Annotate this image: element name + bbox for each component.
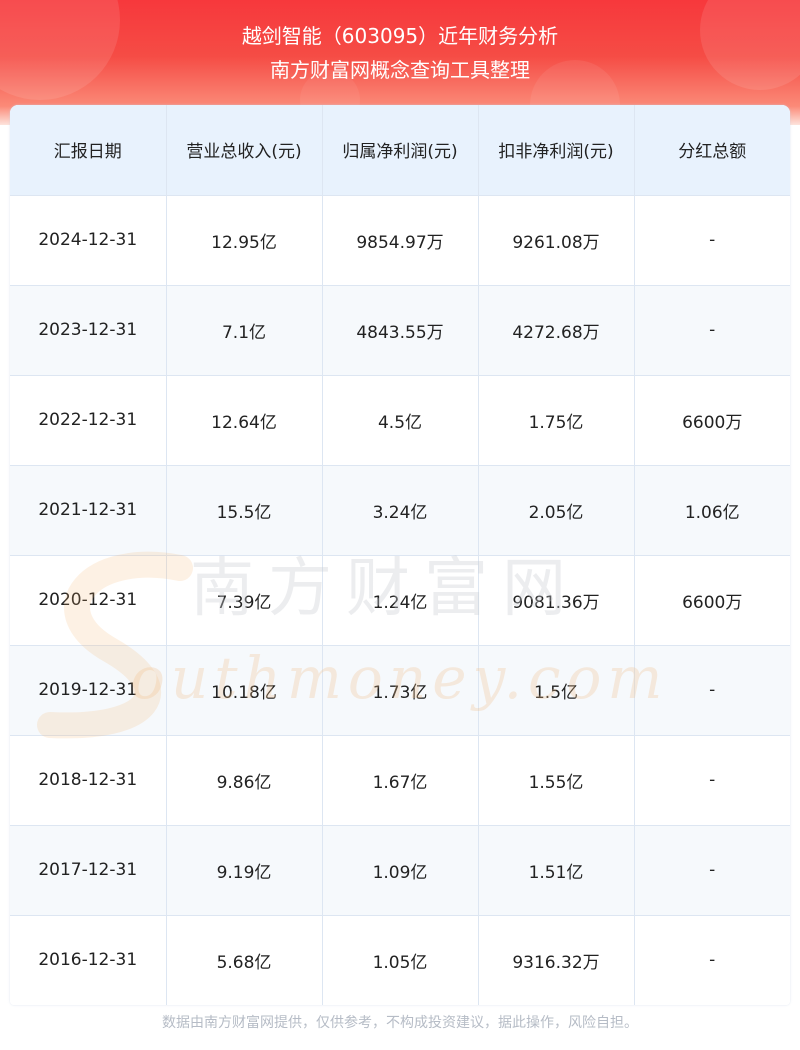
cell-dividend-total: - [634, 825, 790, 916]
table-row: 2021-12-31 15.5亿 3.24亿 2.05亿 1.06亿 [10, 465, 790, 556]
cell-report-date: 2020-12-31 [10, 555, 167, 646]
cell-report-date: 2021-12-31 [10, 465, 167, 556]
cell-dividend-total: - [634, 915, 790, 1005]
cell-total-revenue: 7.39亿 [166, 555, 323, 646]
table-row: 2020-12-31 7.39亿 1.24亿 9081.36万 6600万 [10, 555, 790, 646]
financial-table: 汇报日期 营业总收入(元) 归属净利润(元) 扣非净利润(元) 分红总额 202… [10, 105, 790, 1005]
cell-total-revenue: 10.18亿 [166, 645, 323, 736]
page-title: 越剑智能（603095）近年财务分析 [241, 24, 559, 48]
cell-dividend-total: - [634, 285, 790, 376]
cell-report-date: 2019-12-31 [10, 645, 167, 736]
cell-dividend-total: - [634, 735, 790, 826]
cell-report-date: 2018-12-31 [10, 735, 167, 826]
cell-dividend-total: 1.06亿 [634, 465, 790, 556]
column-header-total-revenue: 营业总收入(元) [166, 105, 323, 196]
table-header-row: 汇报日期 营业总收入(元) 归属净利润(元) 扣非净利润(元) 分红总额 [10, 105, 790, 196]
cell-total-revenue: 12.64亿 [166, 375, 323, 466]
table-row: 2018-12-31 9.86亿 1.67亿 1.55亿 - [10, 735, 790, 826]
cell-deducted-net-profit: 2.05亿 [478, 465, 635, 556]
table-row: 2017-12-31 9.19亿 1.09亿 1.51亿 - [10, 825, 790, 916]
cell-report-date: 2017-12-31 [10, 825, 167, 916]
cell-deducted-net-profit: 9081.36万 [478, 555, 635, 646]
page: 越剑智能（603095）近年财务分析 南方财富网概念查询工具整理 汇报日期 营业… [0, 0, 800, 1050]
cell-total-revenue: 15.5亿 [166, 465, 323, 556]
cell-deducted-net-profit: 1.51亿 [478, 825, 635, 916]
cell-dividend-total: 6600万 [634, 375, 790, 466]
cell-report-date: 2016-12-31 [10, 915, 167, 1005]
column-header-deducted-net-profit: 扣非净利润(元) [478, 105, 635, 196]
table-row: 2019-12-31 10.18亿 1.73亿 1.5亿 - [10, 645, 790, 736]
cell-report-date: 2022-12-31 [10, 375, 167, 466]
cell-dividend-total: - [634, 645, 790, 736]
cell-net-profit: 4.5亿 [322, 375, 479, 466]
cell-net-profit: 9854.97万 [322, 195, 479, 286]
cell-dividend-total: - [634, 195, 790, 286]
table-row: 2022-12-31 12.64亿 4.5亿 1.75亿 6600万 [10, 375, 790, 466]
cell-deducted-net-profit: 1.5亿 [478, 645, 635, 736]
cell-net-profit: 1.05亿 [322, 915, 479, 1005]
cell-report-date: 2024-12-31 [10, 195, 167, 286]
cell-net-profit: 1.67亿 [322, 735, 479, 826]
decor-bubble [0, 0, 120, 100]
cell-dividend-total: 6600万 [634, 555, 790, 646]
page-subtitle: 南方财富网概念查询工具整理 [270, 58, 530, 82]
table-row: 2016-12-31 5.68亿 1.05亿 9316.32万 - [10, 915, 790, 1005]
cell-total-revenue: 5.68亿 [166, 915, 323, 1005]
cell-net-profit: 1.24亿 [322, 555, 479, 646]
table-row: 2024-12-31 12.95亿 9854.97万 9261.08万 - [10, 195, 790, 286]
column-header-report-date: 汇报日期 [10, 105, 167, 196]
cell-report-date: 2023-12-31 [10, 285, 167, 376]
column-header-dividend-total: 分红总额 [634, 105, 790, 196]
cell-net-profit: 1.09亿 [322, 825, 479, 916]
table-row: 2023-12-31 7.1亿 4843.55万 4272.68万 - [10, 285, 790, 376]
column-header-net-profit: 归属净利润(元) [322, 105, 479, 196]
financial-table-card: 汇报日期 营业总收入(元) 归属净利润(元) 扣非净利润(元) 分红总额 202… [10, 105, 790, 1005]
cell-net-profit: 4843.55万 [322, 285, 479, 376]
cell-deducted-net-profit: 1.55亿 [478, 735, 635, 826]
cell-total-revenue: 7.1亿 [166, 285, 323, 376]
cell-deducted-net-profit: 9316.32万 [478, 915, 635, 1005]
cell-deducted-net-profit: 9261.08万 [478, 195, 635, 286]
cell-deducted-net-profit: 4272.68万 [478, 285, 635, 376]
cell-net-profit: 3.24亿 [322, 465, 479, 556]
cell-total-revenue: 12.95亿 [166, 195, 323, 286]
cell-total-revenue: 9.19亿 [166, 825, 323, 916]
cell-net-profit: 1.73亿 [322, 645, 479, 736]
cell-deducted-net-profit: 1.75亿 [478, 375, 635, 466]
cell-total-revenue: 9.86亿 [166, 735, 323, 826]
footer-disclaimer: 数据由南方财富网提供，仅供参考，不构成投资建议，据此操作，风险自担。 [162, 1015, 638, 1031]
